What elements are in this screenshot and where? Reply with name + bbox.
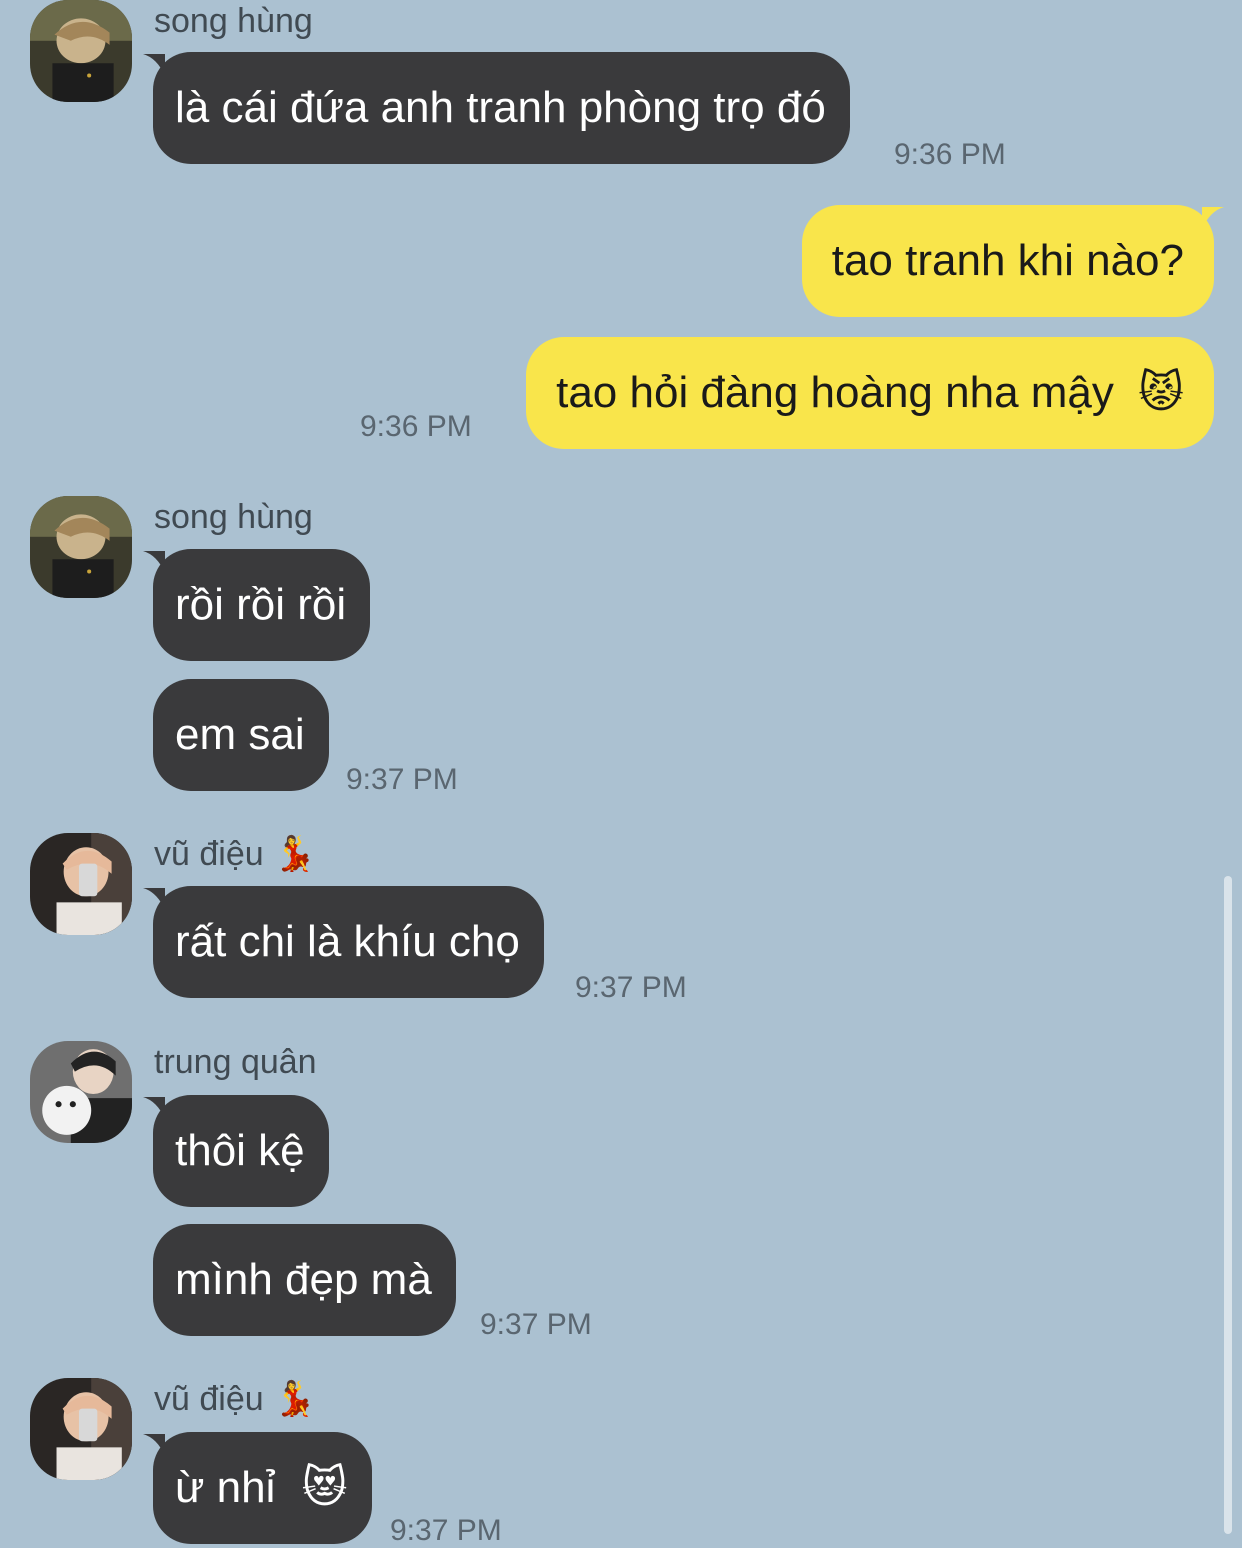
sender-name: vũ điệu 💃 bbox=[154, 834, 316, 874]
sender-name: song hùng bbox=[154, 2, 313, 40]
message-text: thôi kệ bbox=[175, 1126, 305, 1175]
profile-photo-icon bbox=[30, 1378, 132, 1480]
message-text: rồi rồi rồi bbox=[175, 580, 347, 629]
message-time: 9:36 PM bbox=[360, 410, 472, 443]
scrollbar[interactable] bbox=[1224, 876, 1232, 1534]
profile-photo-icon bbox=[30, 833, 132, 935]
avatar-vu-dieu[interactable] bbox=[30, 1378, 132, 1480]
bubble-tail-icon bbox=[1202, 207, 1224, 229]
heart-eyes-cat-emoji: 😻 bbox=[301, 1463, 348, 1512]
profile-photo-icon bbox=[30, 1041, 132, 1143]
sender-name: trung quân bbox=[154, 1043, 317, 1081]
incoming-message-bubble[interactable]: rồi rồi rồi bbox=[143, 549, 371, 661]
avatar-trung-quan[interactable] bbox=[30, 1041, 132, 1143]
outgoing-message-bubble[interactable]: tao hỏi đàng hoàng nha mậy 😾 bbox=[526, 337, 1214, 449]
message-text: tao tranh khi nào? bbox=[831, 236, 1184, 285]
incoming-message-bubble[interactable]: em sai bbox=[153, 679, 329, 791]
avatar-vu-dieu[interactable] bbox=[30, 833, 132, 935]
incoming-message-bubble[interactable]: ừ nhỉ 😻 bbox=[143, 1432, 372, 1544]
bubble-tail-icon bbox=[143, 1434, 165, 1456]
message-time: 9:37 PM bbox=[346, 763, 458, 796]
avatar-song-hung[interactable] bbox=[30, 0, 132, 102]
message-time: 9:36 PM bbox=[894, 138, 1006, 171]
incoming-message-bubble[interactable]: thôi kệ bbox=[143, 1095, 329, 1207]
incoming-message-bubble[interactable]: là cái đứa anh tranh phòng trọ đó bbox=[143, 52, 850, 164]
sender-name: song hùng bbox=[154, 498, 313, 536]
bubble-tail-icon bbox=[143, 1097, 165, 1119]
message-time: 9:37 PM bbox=[390, 1514, 502, 1547]
sender-name-text: vũ điệu bbox=[154, 835, 264, 873]
profile-photo-icon bbox=[30, 0, 132, 102]
avatar-song-hung[interactable] bbox=[30, 496, 132, 598]
sender-name-text: vũ điệu bbox=[154, 1380, 264, 1418]
bubble-tail-icon bbox=[143, 888, 165, 910]
message-text: tao hỏi đàng hoàng nha mậy bbox=[556, 368, 1114, 417]
incoming-message-bubble[interactable]: rất chi là khíu chọ bbox=[143, 886, 544, 998]
message-text: ừ nhỉ bbox=[175, 1463, 276, 1512]
bubble-tail-icon bbox=[143, 54, 165, 76]
outgoing-message-bubble[interactable]: tao tranh khi nào? bbox=[801, 205, 1224, 317]
message-time: 9:37 PM bbox=[575, 971, 687, 1004]
dancer-emoji: 💃 bbox=[273, 835, 316, 873]
message-text: mình đẹp mà bbox=[175, 1255, 432, 1304]
message-text: là cái đứa anh tranh phòng trọ đó bbox=[175, 83, 826, 132]
profile-photo-icon bbox=[30, 496, 132, 598]
message-text: em sai bbox=[175, 710, 305, 759]
chat-room: song hùng là cái đứa anh tranh phòng trọ… bbox=[0, 0, 1242, 1547]
pouting-cat-emoji: 😾 bbox=[1138, 368, 1184, 417]
sender-name: vũ điệu 💃 bbox=[154, 1379, 316, 1419]
dancer-emoji: 💃 bbox=[273, 1380, 316, 1418]
message-time: 9:37 PM bbox=[480, 1308, 592, 1341]
incoming-message-bubble[interactable]: mình đẹp mà bbox=[153, 1224, 456, 1336]
bubble-tail-icon bbox=[143, 551, 165, 573]
message-text: rất chi là khíu chọ bbox=[175, 917, 520, 966]
